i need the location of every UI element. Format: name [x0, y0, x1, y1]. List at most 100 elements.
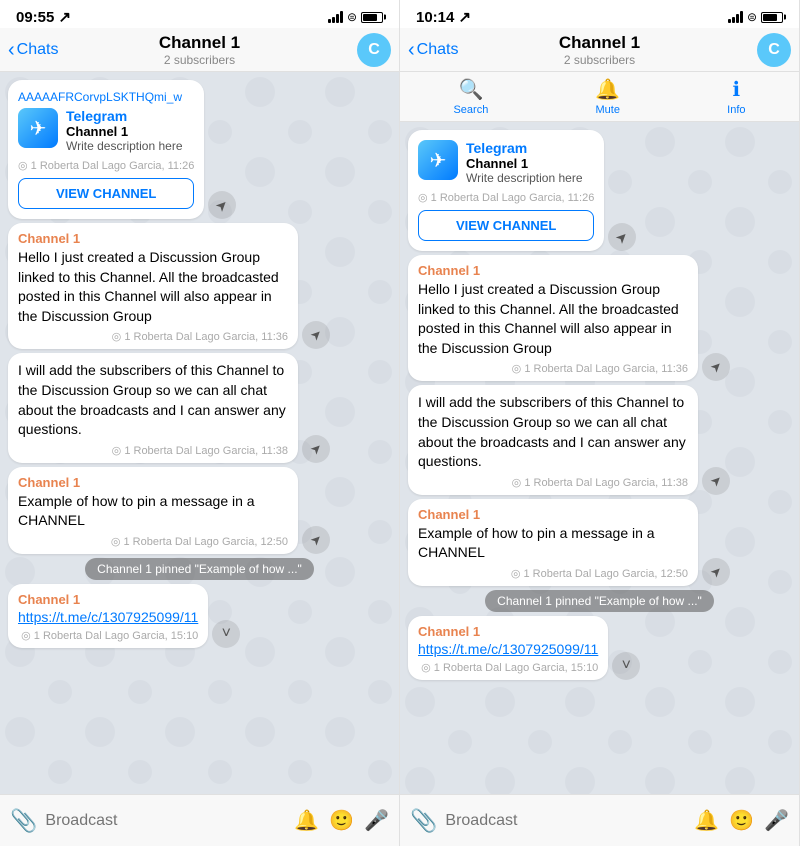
- forward-button[interactable]: ➤: [702, 558, 730, 586]
- nav-bar: ‹ Chats Channel 1 2 subscribers C: [400, 28, 799, 72]
- panel-right: 10:14 ↗ ⊜ ‹ Chats Channel 1 2 subscriber…: [400, 0, 800, 846]
- nav-center: Channel 1 2 subscribers: [559, 33, 640, 67]
- message-link[interactable]: https://t.me/c/1307925099/11: [418, 641, 598, 657]
- attach-icon[interactable]: 📎: [410, 808, 437, 834]
- signal-icon: [328, 11, 343, 23]
- forward-button[interactable]: ➤: [302, 435, 330, 463]
- forward-icon: ➤: [706, 562, 725, 581]
- status-icons: ⊜: [728, 10, 783, 24]
- pin-notice: Channel 1 pinned "Example of how ...": [485, 590, 714, 612]
- bottom-bar: 📎 🔔 🙂 🎤: [0, 794, 399, 846]
- message-meta: ◎ 1 Roberta Dal Lago Garcia, 12:50: [18, 535, 288, 548]
- action-label: Info: [727, 104, 745, 116]
- broadcast-input[interactable]: [45, 812, 286, 830]
- message-bubble: Channel 1 Example of how to pin a message…: [8, 467, 298, 554]
- forward-button[interactable]: ˅: [612, 652, 640, 680]
- message-channel-name: Channel 1: [18, 475, 288, 490]
- message-meta: ◎ 1 Roberta Dal Lago Garcia, 11:36: [418, 362, 688, 375]
- sticker-icon[interactable]: 🙂: [329, 808, 354, 833]
- avatar[interactable]: C: [757, 33, 791, 67]
- chat-area: AAAAAFRCorvpLSKTHQmi_w ✈ Telegram Channe…: [0, 72, 399, 794]
- chevron-left-icon: ‹: [8, 40, 15, 60]
- forward-icon: ➤: [706, 471, 725, 490]
- action-item-info[interactable]: ℹ Info: [727, 77, 745, 116]
- channel-invite-link[interactable]: AAAAAFRCorvpLSKTHQmi_w: [18, 90, 194, 104]
- service-name: Telegram: [66, 108, 183, 124]
- nav-title: Channel 1: [559, 33, 640, 53]
- telegram-logo: ✈: [18, 108, 58, 148]
- message-row: Channel 1 https://t.me/c/1307925099/11 ◎ 1…: [408, 616, 791, 680]
- welcome-card-row: ✈ Telegram Channel 1 Write description h…: [408, 130, 791, 251]
- welcome-header: ✈ Telegram Channel 1 Write description h…: [18, 108, 194, 153]
- back-label[interactable]: Chats: [417, 41, 459, 59]
- message-row: Channel 1 https://t.me/c/1307925099/11 ◎ 1…: [8, 584, 391, 648]
- attach-icon[interactable]: 📎: [10, 808, 37, 834]
- message-bubble: Channel 1 https://t.me/c/1307925099/11 ◎ 1…: [408, 616, 608, 680]
- back-button[interactable]: ‹ Chats: [8, 40, 58, 60]
- message-bubble: Channel 1Hello I just created a Discussi…: [8, 223, 298, 349]
- nav-bar: ‹ Chats Channel 1 2 subscribers C: [0, 28, 399, 72]
- chevron-down-icon: ˅: [222, 625, 231, 643]
- view-channel-button[interactable]: VIEW CHANNEL: [418, 210, 594, 241]
- welcome-card: ✈ Telegram Channel 1 Write description h…: [408, 130, 604, 251]
- forward-button[interactable]: ➤: [702, 467, 730, 495]
- chevron-left-icon: ‹: [408, 40, 415, 60]
- bottom-right-icons: 🔔 🙂 🎤: [294, 808, 389, 833]
- back-button[interactable]: ‹ Chats: [408, 40, 458, 60]
- message-meta: ◎ 1 Roberta Dal Lago Garcia, 11:38: [418, 476, 688, 489]
- message-bubble: I will add the subscribers of this Chann…: [8, 353, 298, 462]
- mute-icon: 🔔: [595, 77, 620, 102]
- channel-name-label: Channel 1: [466, 156, 583, 171]
- message-meta: ◎ 1 Roberta Dal Lago Garcia, 11:38: [18, 444, 288, 457]
- nav-title: Channel 1: [159, 33, 240, 53]
- message-row: I will add the subscribers of this Chann…: [408, 385, 791, 494]
- message-meta: ◎ 1 Roberta Dal Lago Garcia, 15:10: [18, 629, 198, 642]
- forward-button[interactable]: ˅: [212, 620, 240, 648]
- message-channel-name: Channel 1: [418, 624, 598, 639]
- message-text: I will add the subscribers of this Chann…: [18, 361, 288, 439]
- status-bar: 09:55 ↗ ⊜: [0, 0, 399, 28]
- mic-icon[interactable]: 🎤: [764, 808, 789, 833]
- sticker-icon[interactable]: 🙂: [729, 808, 754, 833]
- back-label[interactable]: Chats: [17, 41, 59, 59]
- channel-desc: Write description here: [66, 139, 183, 153]
- status-bar: 10:14 ↗ ⊜: [400, 0, 799, 28]
- panel-left: 09:55 ↗ ⊜ ‹ Chats Channel 1 2 subscriber…: [0, 0, 400, 846]
- message-text: Hello I just created a Discussion Group …: [418, 280, 688, 358]
- message-bubble: Channel 1Hello I just created a Discussi…: [408, 255, 698, 381]
- action-item-mute[interactable]: 🔔 Mute: [595, 77, 620, 116]
- bell-icon[interactable]: 🔔: [694, 808, 719, 833]
- forward-button[interactable]: ➤: [208, 191, 236, 219]
- avatar[interactable]: C: [357, 33, 391, 67]
- forward-icon: ➤: [306, 326, 325, 345]
- forward-button[interactable]: ➤: [702, 353, 730, 381]
- message-link[interactable]: https://t.me/c/1307925099/11: [18, 609, 198, 625]
- action-label: Search: [453, 104, 488, 116]
- telegram-logo: ✈: [418, 140, 458, 180]
- mic-icon[interactable]: 🎤: [364, 808, 389, 833]
- view-channel-button[interactable]: VIEW CHANNEL: [18, 178, 194, 209]
- forward-icon: ➤: [212, 195, 232, 215]
- welcome-header: ✈ Telegram Channel 1 Write description h…: [418, 140, 594, 185]
- broadcast-input[interactable]: [445, 812, 686, 830]
- message-channel-name: Channel 1: [18, 231, 288, 246]
- wifi-icon: ⊜: [747, 10, 757, 24]
- message-text: Example of how to pin a message in a CHA…: [18, 492, 288, 531]
- message-channel-name: Channel 1: [18, 592, 198, 607]
- message-row: Channel 1Example of how to pin a message…: [408, 499, 791, 586]
- welcome-card-row: AAAAAFRCorvpLSKTHQmi_w ✈ Telegram Channe…: [8, 80, 391, 219]
- chat-area: ✈ Telegram Channel 1 Write description h…: [400, 122, 799, 794]
- status-icons: ⊜: [328, 10, 383, 24]
- bottom-right-icons: 🔔 🙂 🎤: [694, 808, 789, 833]
- message-meta: ◎ 1 Roberta Dal Lago Garcia, 11:36: [18, 330, 288, 343]
- bell-icon[interactable]: 🔔: [294, 808, 319, 833]
- forward-button[interactable]: ➤: [302, 526, 330, 554]
- forward-button[interactable]: ➤: [608, 223, 636, 251]
- message-row: Channel 1 Example of how to pin a message…: [8, 467, 391, 554]
- message-bubble: Channel 1Example of how to pin a message…: [408, 499, 698, 586]
- channel-desc: Write description here: [466, 171, 583, 185]
- pin-notice: Channel 1 pinned "Example of how ...": [85, 558, 314, 580]
- action-item-search[interactable]: 🔍 Search: [453, 77, 488, 116]
- forward-button[interactable]: ➤: [302, 321, 330, 349]
- message-meta: ◎ 1 Roberta Dal Lago Garcia, 15:10: [418, 661, 598, 674]
